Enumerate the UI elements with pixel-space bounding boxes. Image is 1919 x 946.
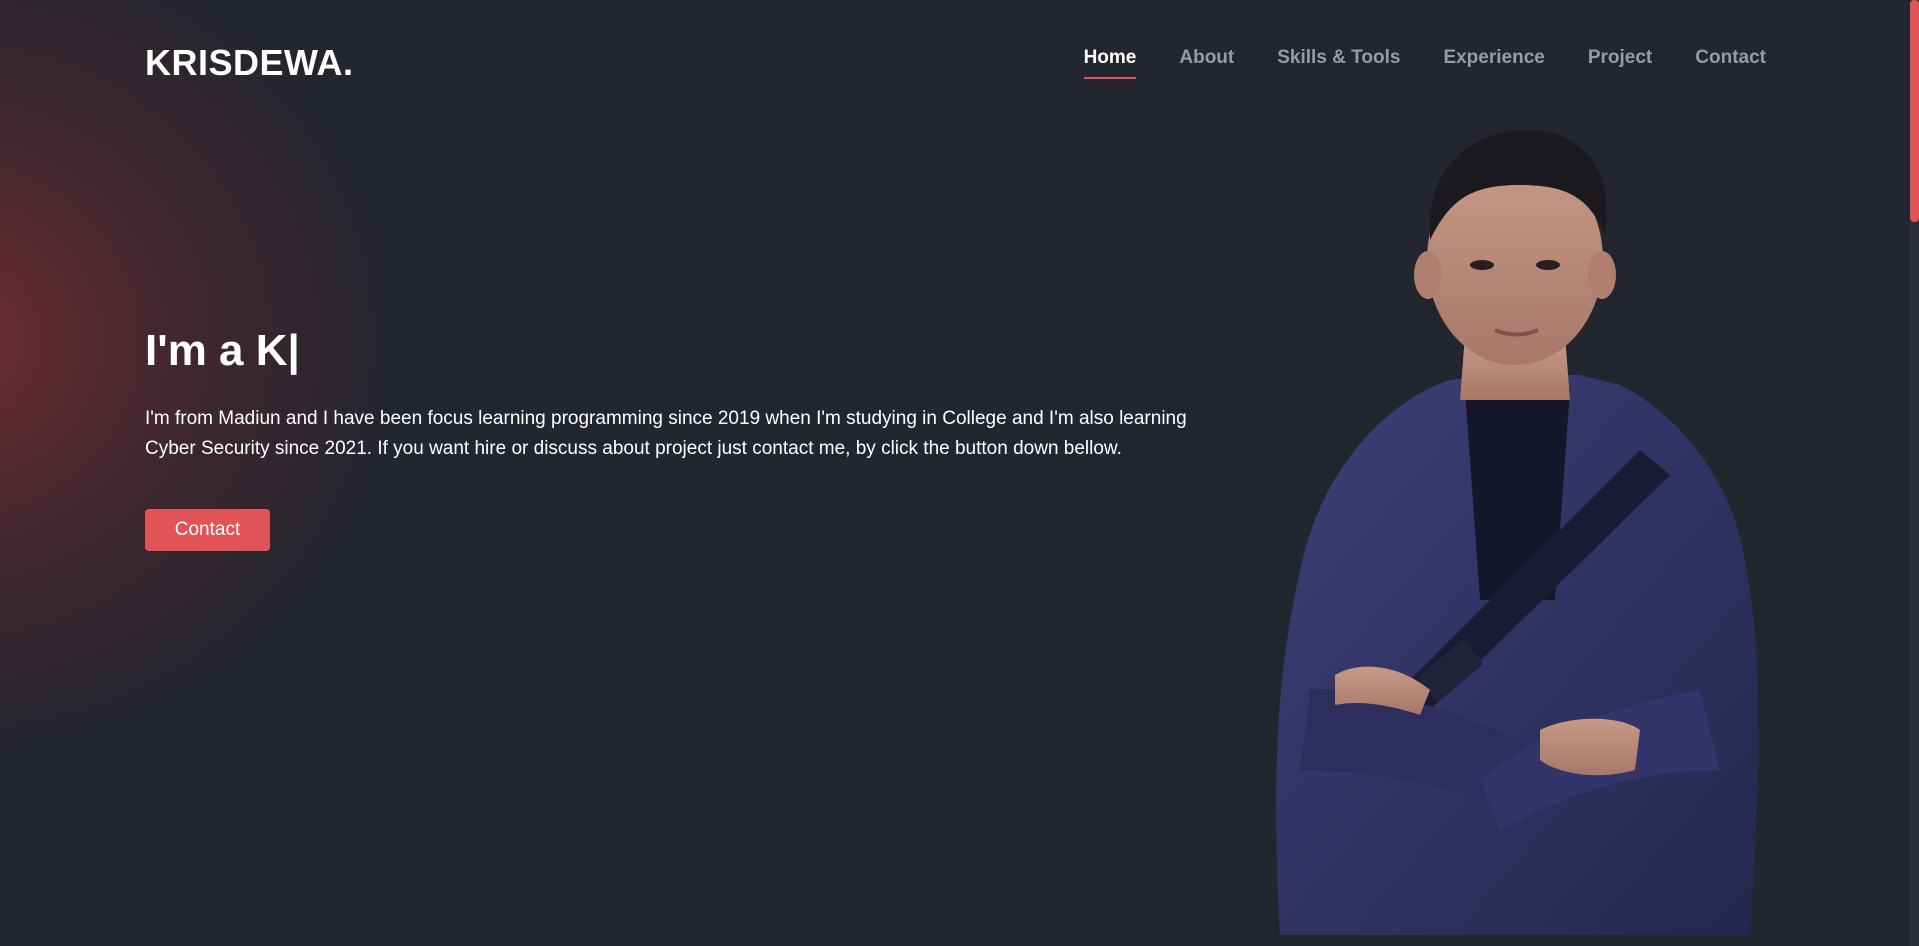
- page-scrollbar[interactable]: [1910, 0, 1919, 946]
- home-page: KRISDEWA. Home About Skills & Tools Expe…: [0, 0, 1919, 946]
- nav-item-project[interactable]: Project: [1588, 47, 1652, 79]
- nav-item-contact[interactable]: Contact: [1695, 47, 1766, 79]
- main-nav: Home About Skills & Tools Experience Pro…: [1083, 47, 1766, 79]
- contact-button[interactable]: Contact: [145, 509, 270, 551]
- hero-description: I'm from Madiun and I have been focus le…: [145, 408, 1187, 459]
- scrollbar-thumb[interactable]: [1910, 0, 1919, 222]
- portrait-photo: [1276, 130, 1759, 935]
- nav-item-skills-tools[interactable]: Skills & Tools: [1277, 47, 1400, 79]
- site-logo[interactable]: KRISDEWA.: [145, 42, 354, 84]
- hero-title: I'm a K|: [145, 326, 300, 375]
- nav-item-about[interactable]: About: [1179, 47, 1234, 79]
- nav-item-home[interactable]: Home: [1083, 47, 1136, 79]
- nav-item-experience[interactable]: Experience: [1443, 47, 1544, 79]
